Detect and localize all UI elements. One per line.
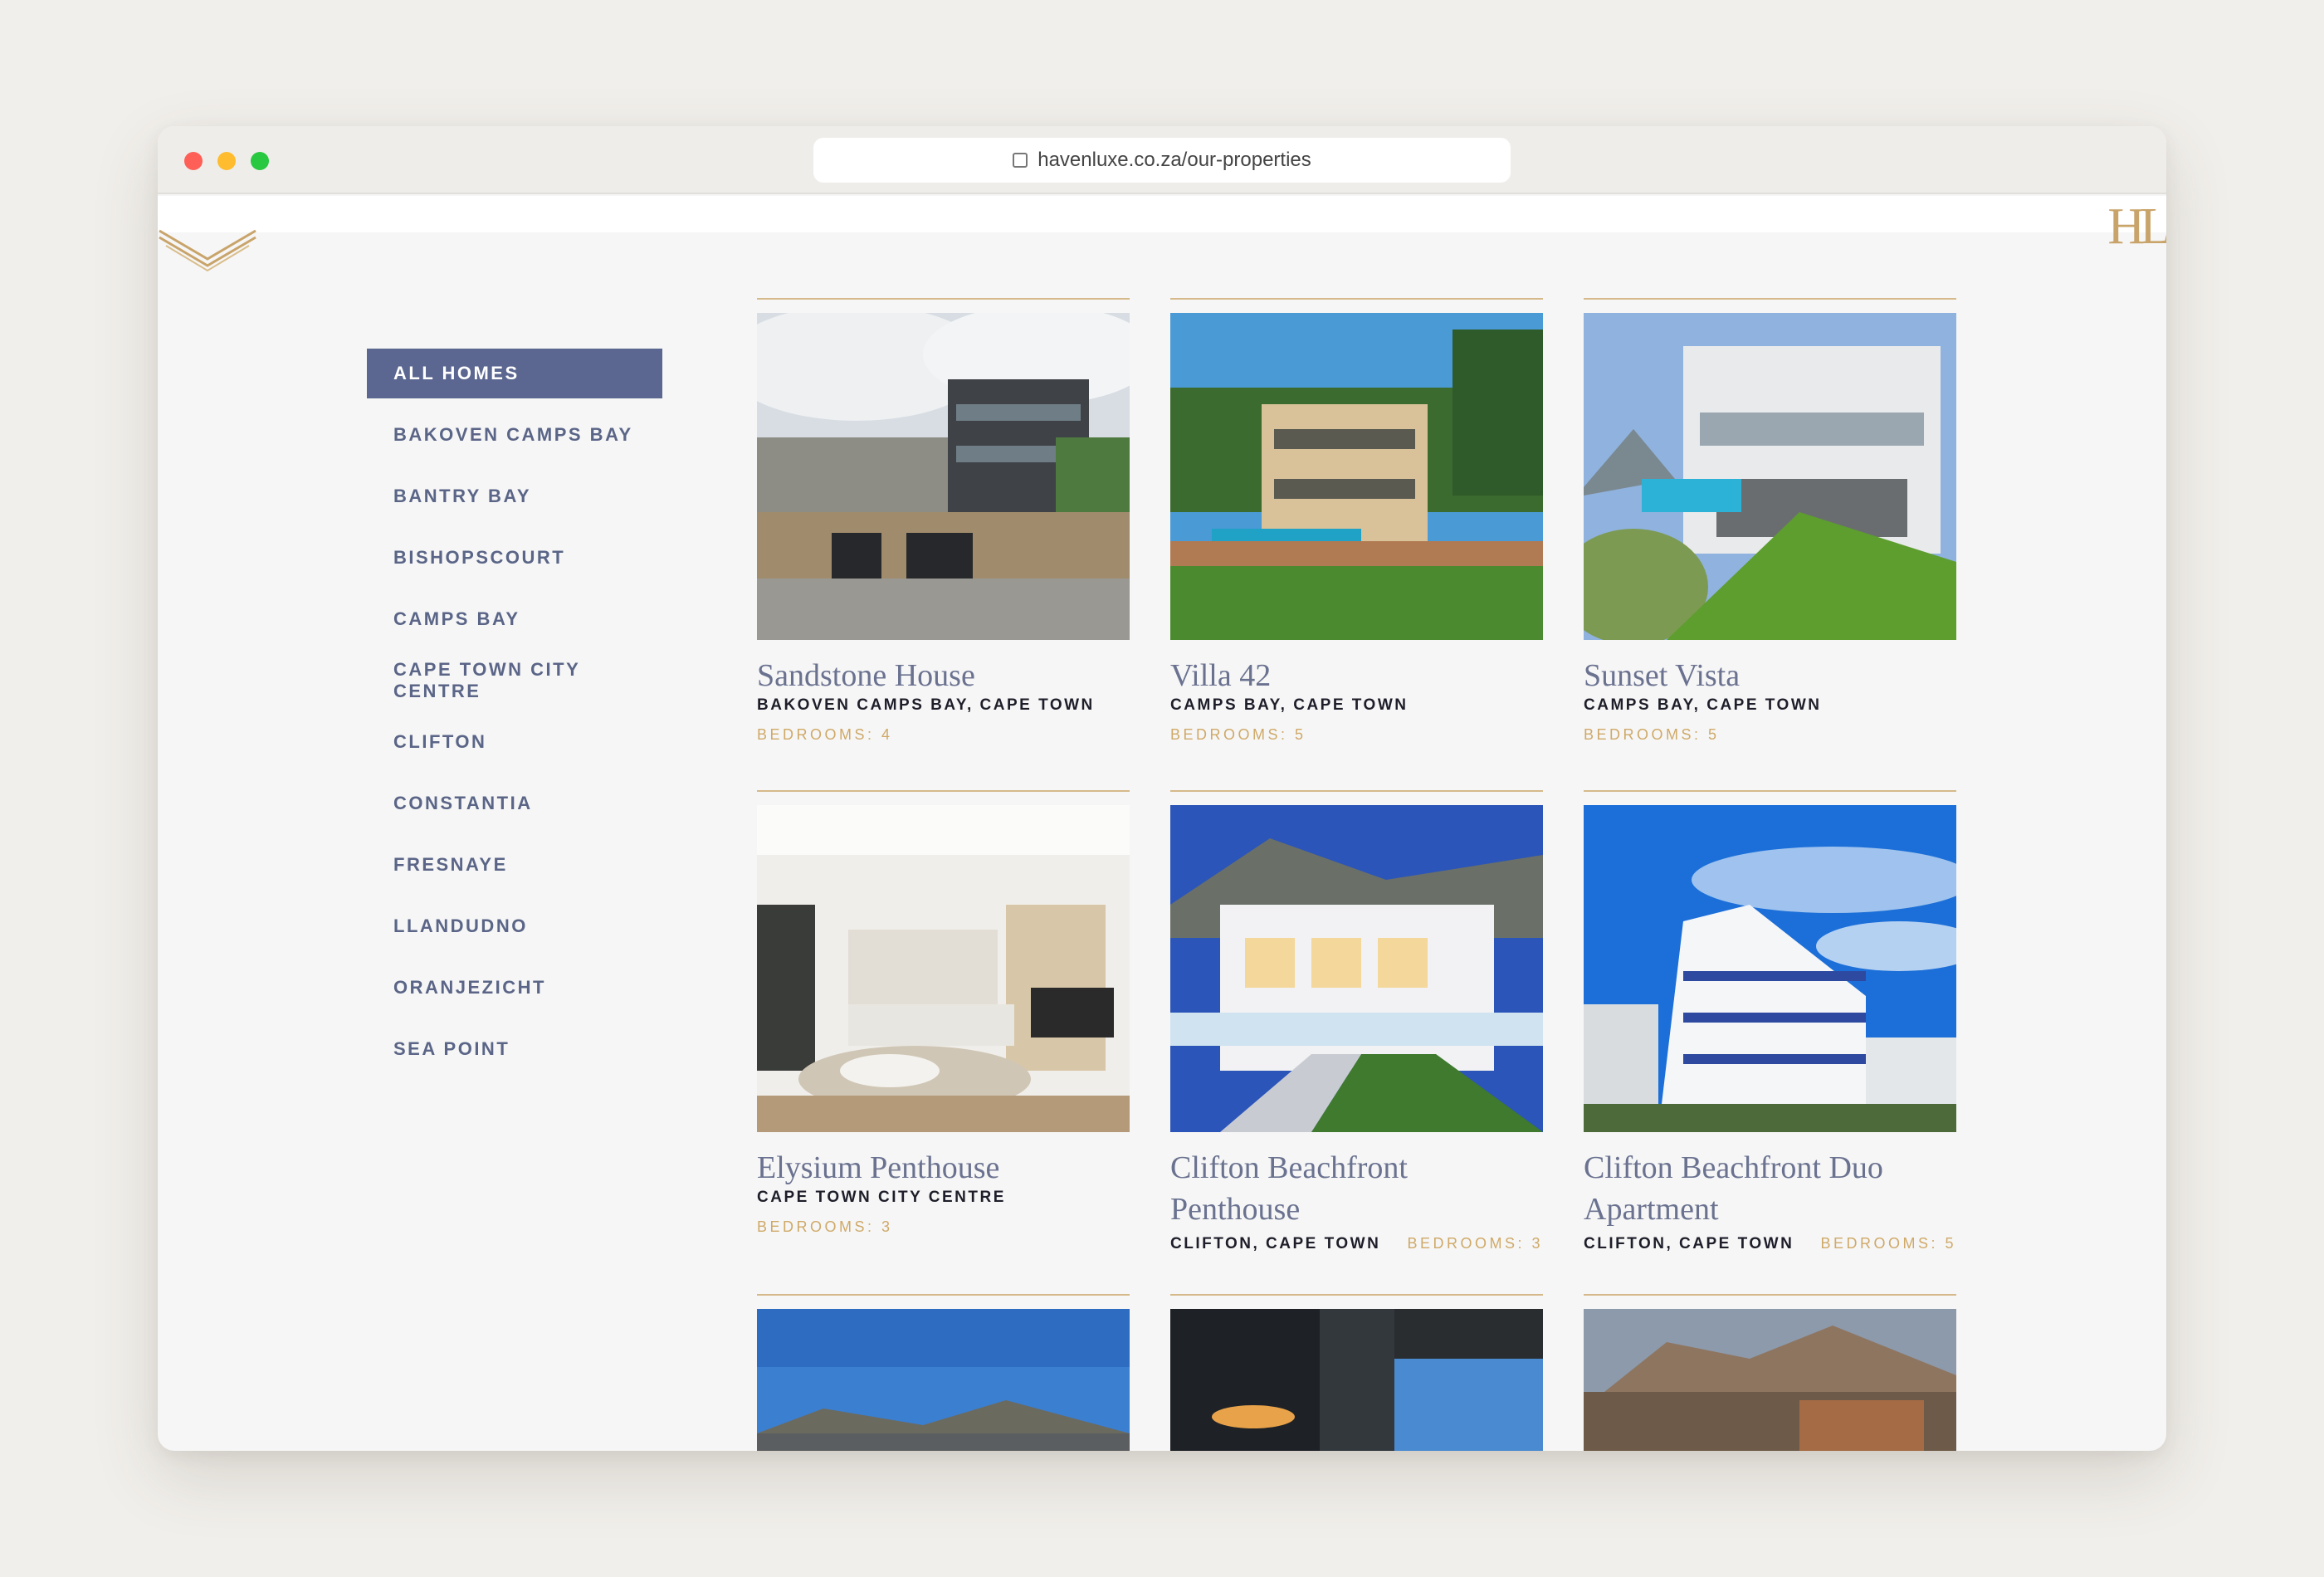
card-divider	[1170, 790, 1543, 792]
brand-monogram[interactable]: HL	[2107, 198, 2166, 256]
property-location: CAMPS BAY, CAPE TOWN	[1584, 696, 1822, 714]
browser-window: havenluxe.co.za/our-properties HL ALL HO…	[158, 126, 2166, 1451]
property-title[interactable]: Sandstone House	[757, 655, 1130, 696]
property-photo[interactable]	[1170, 805, 1543, 1132]
filter-bantry-bay[interactable]: BANTRY BAY	[367, 471, 662, 521]
property-photo[interactable]	[1584, 805, 1956, 1132]
property-photo[interactable]	[1170, 1309, 1543, 1451]
property-meta: CLIFTON, CAPE TOWN BEDROOMS: 5	[1584, 1235, 1956, 1253]
minimize-window-button[interactable]	[217, 152, 236, 170]
address-bar[interactable]: havenluxe.co.za/our-properties	[813, 138, 1511, 183]
filter-fresnaye[interactable]: FRESNAYE	[367, 840, 662, 890]
property-photo[interactable]	[757, 313, 1130, 640]
browser-titlebar: havenluxe.co.za/our-properties	[158, 126, 2166, 194]
site-header	[158, 196, 2166, 232]
property-card[interactable]: Sandstone House BAKOVEN CAMPS BAY, CAPE …	[757, 298, 1130, 744]
property-title[interactable]: Sunset Vista	[1584, 655, 1956, 696]
property-card[interactable]: Clifton Beachfront Duo Apartment CLIFTON…	[1584, 790, 1956, 1253]
property-bedrooms: BEDROOMS: 3	[757, 1218, 893, 1235]
property-card[interactable]: Elysium Penthouse CAPE TOWN CITY CENTRE …	[757, 790, 1130, 1236]
close-window-button[interactable]	[184, 152, 203, 170]
filter-llandudno[interactable]: LLANDUDNO	[367, 901, 662, 951]
property-bedrooms: BEDROOMS: 3	[1407, 1235, 1543, 1252]
maximize-window-button[interactable]	[251, 152, 269, 170]
filter-bakoven-camps-bay[interactable]: BAKOVEN CAMPS BAY	[367, 410, 662, 460]
card-divider	[757, 790, 1130, 792]
property-meta: CLIFTON, CAPE TOWN BEDROOMS: 3	[1170, 1235, 1543, 1253]
card-divider	[1584, 790, 1956, 792]
neighbourhood-filter: ALL HOMES BAKOVEN CAMPS BAY BANTRY BAY B…	[367, 349, 662, 1086]
property-photo[interactable]	[757, 1309, 1130, 1451]
property-location: CAMPS BAY, CAPE TOWN	[1170, 696, 1409, 714]
property-location: CLIFTON, CAPE TOWN	[1170, 1235, 1381, 1252]
card-divider	[1170, 298, 1543, 300]
property-card[interactable]: Sunset Vista CAMPS BAY, CAPE TOWN BEDROO…	[1584, 298, 1956, 744]
filter-sea-point[interactable]: SEA POINT	[367, 1024, 662, 1074]
property-photo[interactable]	[757, 805, 1130, 1132]
property-card[interactable]: Clifton Beachfront Penthouse CLIFTON, CA…	[1170, 790, 1543, 1253]
property-location: CAPE TOWN CITY CENTRE	[757, 1189, 1006, 1206]
filter-bishopscourt[interactable]: BISHOPSCOURT	[367, 533, 662, 583]
property-title[interactable]: Clifton Beachfront Penthouse	[1170, 1147, 1543, 1230]
card-divider	[757, 1294, 1130, 1296]
property-photo[interactable]	[1170, 313, 1543, 640]
filter-all-homes[interactable]: ALL HOMES	[367, 349, 662, 398]
property-bedrooms: BEDROOMS: 5	[1820, 1235, 1956, 1252]
property-bedrooms: BEDROOMS: 4	[757, 726, 893, 743]
property-bedrooms: BEDROOMS: 5	[1170, 726, 1306, 743]
property-title[interactable]: Clifton Beachfront Duo Apartment	[1584, 1147, 1956, 1230]
property-photo[interactable]	[1584, 1309, 1956, 1451]
card-divider	[1584, 298, 1956, 300]
filter-camps-bay[interactable]: CAMPS BAY	[367, 594, 662, 644]
property-card[interactable]	[757, 1294, 1130, 1451]
property-card[interactable]	[1584, 1294, 1956, 1451]
filter-oranjezicht[interactable]: ORANJEZICHT	[367, 963, 662, 1013]
property-title[interactable]: Villa 42	[1170, 655, 1543, 696]
property-location: CLIFTON, CAPE TOWN	[1584, 1235, 1794, 1252]
page-icon	[1013, 153, 1028, 168]
filter-clifton[interactable]: CLIFTON	[367, 717, 662, 767]
card-divider	[1170, 1294, 1543, 1296]
url-text: havenluxe.co.za/our-properties	[1038, 149, 1311, 171]
card-divider	[1584, 1294, 1956, 1296]
property-photo[interactable]	[1584, 313, 1956, 640]
property-location: BAKOVEN CAMPS BAY, CAPE TOWN	[757, 696, 1095, 714]
chevron-logo-icon[interactable]	[158, 222, 257, 272]
property-title[interactable]: Elysium Penthouse	[757, 1147, 1130, 1189]
property-card[interactable]: Villa 42 CAMPS BAY, CAPE TOWN BEDROOMS: …	[1170, 298, 1543, 744]
filter-constantia[interactable]: CONSTANTIA	[367, 779, 662, 828]
card-divider	[757, 298, 1130, 300]
property-bedrooms: BEDROOMS: 5	[1584, 726, 1720, 743]
property-card[interactable]	[1170, 1294, 1543, 1451]
property-grid: Sandstone House BAKOVEN CAMPS BAY, CAPE …	[757, 298, 1960, 1451]
filter-cape-town-city-centre[interactable]: CAPE TOWN CITY CENTRE	[367, 656, 662, 706]
